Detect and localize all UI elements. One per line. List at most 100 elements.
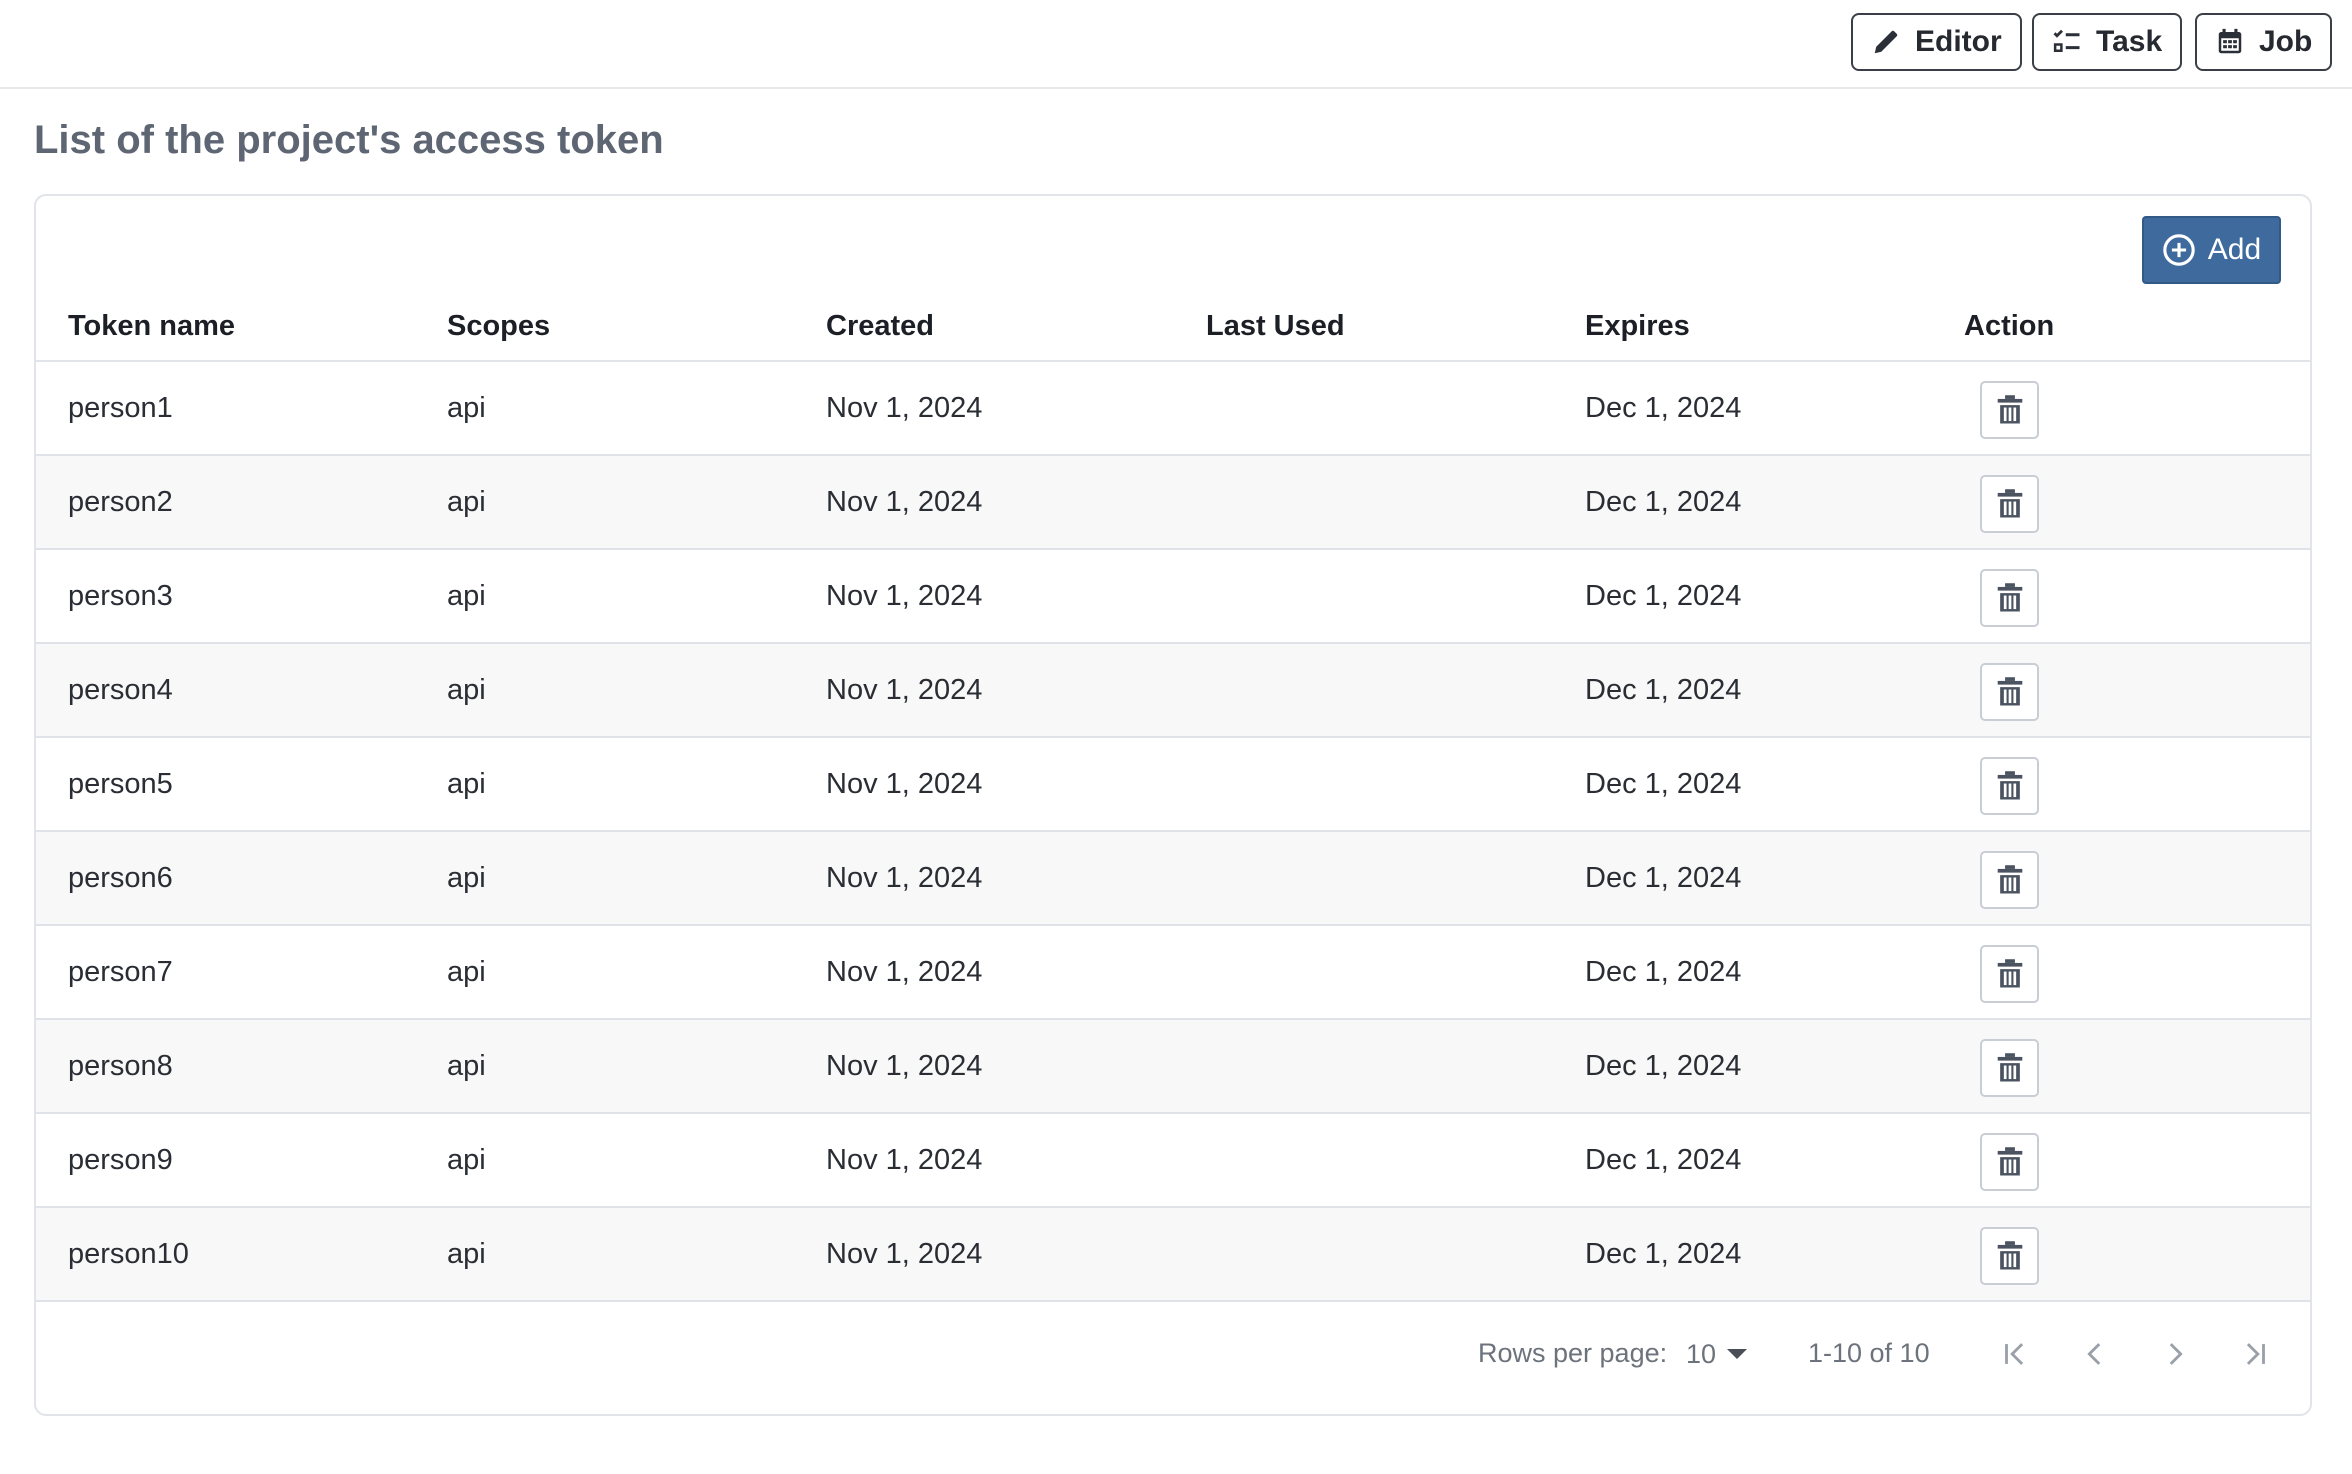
cell-expires: Dec 1, 2024 — [1585, 1144, 1742, 1176]
cell-token-name: person6 — [68, 862, 173, 894]
delete-token-button[interactable] — [1980, 475, 2039, 533]
delete-token-button[interactable] — [1980, 851, 2039, 909]
delete-token-button[interactable] — [1980, 1039, 2039, 1097]
table-row: person9 api Nov 1, 2024 Dec 1, 2024 — [36, 1114, 2310, 1208]
cell-token-name: person8 — [68, 1050, 173, 1082]
column-header-expires: Expires — [1585, 310, 1690, 342]
add-token-label: Add — [2207, 233, 2262, 266]
table-row: person3 api Nov 1, 2024 Dec 1, 2024 — [36, 550, 2310, 644]
plus-circle-icon — [2163, 234, 2195, 266]
caret-down-icon — [1727, 1349, 1748, 1359]
delete-token-button[interactable] — [1980, 663, 2039, 721]
table-row: person8 api Nov 1, 2024 Dec 1, 2024 — [36, 1020, 2310, 1114]
delete-token-button[interactable] — [1980, 381, 2039, 439]
cell-created: Nov 1, 2024 — [826, 862, 983, 894]
trash-icon — [1997, 959, 2022, 988]
cell-scopes: api — [447, 580, 486, 612]
previous-page-button[interactable] — [2071, 1330, 2119, 1378]
calendar-icon — [2218, 28, 2242, 54]
delete-token-button[interactable] — [1980, 569, 2039, 627]
cell-token-name: person10 — [68, 1238, 189, 1270]
cell-expires: Dec 1, 2024 — [1585, 1050, 1742, 1082]
task-checklist-icon — [2053, 29, 2080, 52]
cell-scopes: api — [447, 392, 486, 424]
cell-created: Nov 1, 2024 — [826, 392, 983, 424]
cell-created: Nov 1, 2024 — [826, 580, 983, 612]
rows-per-page-label: Rows per page: — [1478, 1338, 1668, 1368]
cell-token-name: person4 — [68, 674, 173, 706]
cell-token-name: person5 — [68, 768, 173, 800]
cell-expires: Dec 1, 2024 — [1585, 486, 1742, 518]
first-page-icon — [2005, 1343, 2024, 1365]
cell-expires: Dec 1, 2024 — [1585, 862, 1742, 894]
delete-token-button[interactable] — [1980, 1227, 2039, 1285]
column-header-created: Created — [826, 310, 934, 342]
cell-created: Nov 1, 2024 — [826, 486, 983, 518]
rows-per-page-select[interactable]: 10 — [1686, 1332, 1748, 1376]
pencil-icon — [1874, 30, 1898, 54]
cell-scopes: api — [447, 1050, 486, 1082]
cell-created: Nov 1, 2024 — [826, 674, 983, 706]
task-button-label: Task — [2096, 25, 2163, 58]
last-page-button[interactable] — [2231, 1330, 2279, 1378]
trash-icon — [1997, 1053, 2022, 1082]
table-row: person5 api Nov 1, 2024 Dec 1, 2024 — [36, 738, 2310, 832]
trash-icon — [1997, 771, 2022, 800]
cell-created: Nov 1, 2024 — [826, 1238, 983, 1270]
cell-created: Nov 1, 2024 — [826, 1144, 983, 1176]
job-button[interactable]: Job — [2195, 13, 2333, 71]
top-toolbar: Editor Task Job — [0, 0, 2352, 89]
first-page-button[interactable] — [1991, 1330, 2039, 1378]
delete-token-button[interactable] — [1980, 945, 2039, 1003]
delete-token-button[interactable] — [1980, 757, 2039, 815]
cell-scopes: api — [447, 486, 486, 518]
cell-scopes: api — [447, 1144, 486, 1176]
cell-token-name: person9 — [68, 1144, 173, 1176]
page-title: List of the project's access token — [34, 118, 664, 162]
cell-token-name: person3 — [68, 580, 173, 612]
cell-expires: Dec 1, 2024 — [1585, 956, 1742, 988]
table-header: Token name Scopes Created Last Used Expi… — [36, 296, 2310, 362]
cell-created: Nov 1, 2024 — [826, 1050, 983, 1082]
pagination-range: 1-10 of 10 — [1808, 1338, 1930, 1368]
cell-expires: Dec 1, 2024 — [1585, 580, 1742, 612]
cell-scopes: api — [447, 956, 486, 988]
add-token-button[interactable]: Add — [2142, 216, 2281, 284]
table-row: person1 api Nov 1, 2024 Dec 1, 2024 — [36, 362, 2310, 456]
table-pagination: Rows per page: 10 1-10 of 10 — [36, 1306, 2310, 1414]
cell-scopes: api — [447, 1238, 486, 1270]
column-header-last-used: Last Used — [1206, 310, 1345, 342]
cell-expires: Dec 1, 2024 — [1585, 768, 1742, 800]
cell-created: Nov 1, 2024 — [826, 956, 983, 988]
editor-button[interactable]: Editor — [1851, 13, 2022, 71]
table-row: person7 api Nov 1, 2024 Dec 1, 2024 — [36, 926, 2310, 1020]
delete-token-button[interactable] — [1980, 1133, 2039, 1191]
column-header-token-name: Token name — [68, 310, 236, 342]
cell-scopes: api — [447, 674, 486, 706]
cell-expires: Dec 1, 2024 — [1585, 392, 1742, 424]
cell-scopes: api — [447, 768, 486, 800]
task-button[interactable]: Task — [2032, 13, 2183, 71]
trash-icon — [1997, 583, 2022, 612]
cell-created: Nov 1, 2024 — [826, 768, 983, 800]
column-header-scopes: Scopes — [447, 310, 551, 342]
cell-token-name: person2 — [68, 486, 173, 518]
next-page-button[interactable] — [2151, 1330, 2199, 1378]
table-row: person4 api Nov 1, 2024 Dec 1, 2024 — [36, 644, 2310, 738]
table-row: person6 api Nov 1, 2024 Dec 1, 2024 — [36, 832, 2310, 926]
cell-scopes: api — [447, 862, 486, 894]
job-button-label: Job — [2259, 25, 2313, 58]
trash-icon — [1997, 1241, 2022, 1270]
column-header-action: Action — [1964, 310, 2055, 342]
cell-token-name: person1 — [68, 392, 173, 424]
trash-icon — [1997, 865, 2022, 894]
trash-icon — [1997, 489, 2022, 518]
cell-expires: Dec 1, 2024 — [1585, 674, 1742, 706]
trash-icon — [1997, 1147, 2022, 1176]
token-table-card: Add Token name Scopes Created Last Used … — [34, 194, 2312, 1416]
last-page-icon — [2246, 1343, 2265, 1365]
chevron-left-icon — [2087, 1343, 2101, 1365]
table-body: person1 api Nov 1, 2024 Dec 1, 2024 person2 a… — [36, 362, 2310, 1302]
trash-icon — [1997, 677, 2022, 706]
editor-button-label: Editor — [1915, 25, 2002, 58]
